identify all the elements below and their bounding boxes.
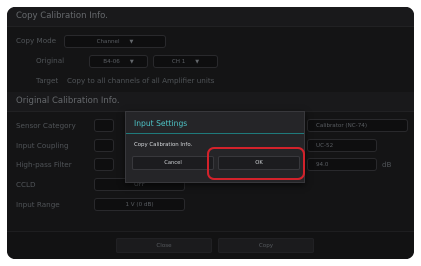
ok-button[interactable]: OK xyxy=(218,156,300,170)
input-settings-dialog: Input Settings Copy Calibration Info. Ca… xyxy=(125,111,305,183)
copy-calibration-screen: Copy Calibration Info. Copy Mode Channel… xyxy=(7,7,414,259)
dialog-header: Input Settings xyxy=(126,112,304,134)
dialog-message: Copy Calibration Info. xyxy=(134,142,193,148)
cancel-button[interactable]: Cancel xyxy=(132,156,214,170)
dialog-title: Input Settings xyxy=(134,119,188,128)
